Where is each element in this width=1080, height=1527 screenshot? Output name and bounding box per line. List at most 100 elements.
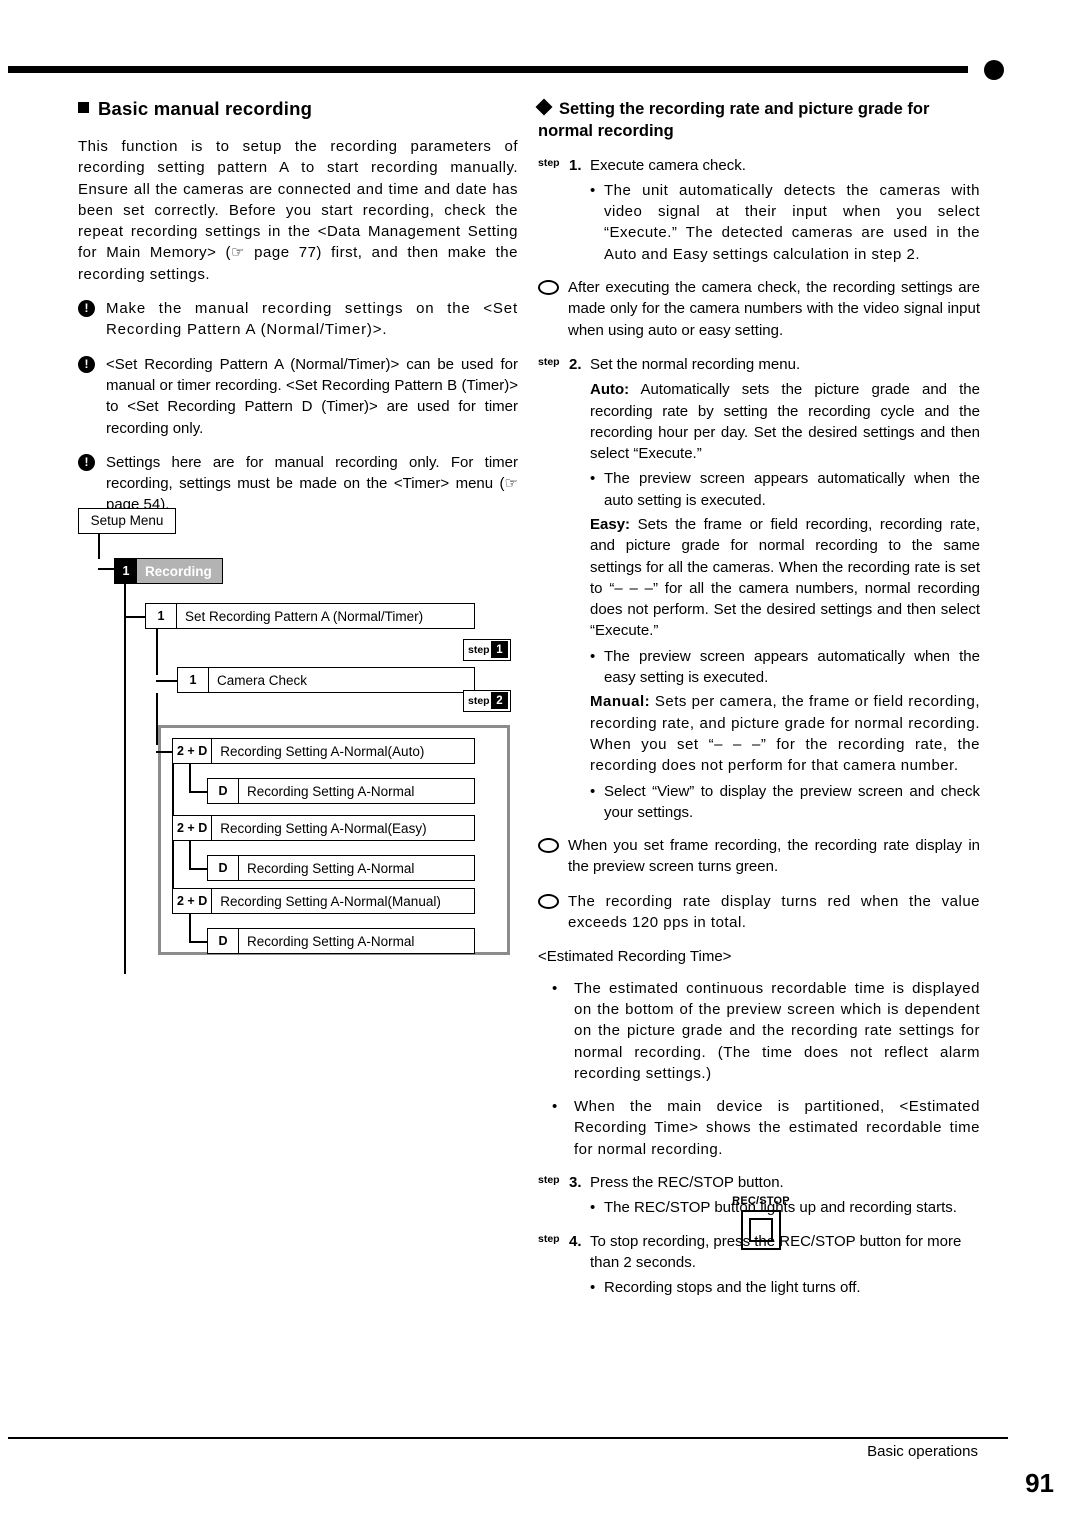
diagram-connector (189, 941, 208, 943)
diagram-connector (156, 680, 178, 682)
diagram-row-auto: 2 + D Recording Setting A-Normal(Auto) (172, 738, 475, 764)
step-sub-bullet: The unit automatically detects the camer… (538, 180, 980, 265)
diagram-row-label: Recording Setting A-Normal (247, 783, 415, 799)
step-number: 2 (491, 692, 508, 709)
diagram-setup-menu-box: Setup Menu (78, 508, 176, 534)
diagram-row-tag: 1 (115, 559, 137, 583)
diagram-spine (124, 582, 126, 974)
diagram-step-tag-2: step 2 (463, 690, 511, 712)
step-number: 1 (491, 641, 508, 658)
note-text: Make the manual recording settings on th… (106, 300, 518, 339)
diagram-row-tag: 2 + D (173, 889, 213, 913)
left-section-title-text: Basic manual recording (98, 98, 313, 119)
auto-label: Auto: (590, 381, 630, 399)
diagram-row-label: Camera Check (217, 672, 308, 688)
manual-label: Manual: (590, 693, 651, 711)
diagram-row-easy: 2 + D Recording Setting A-Normal(Easy) (172, 815, 475, 841)
estimated-item: The estimated continuous recordable time… (538, 978, 980, 1084)
manual-sub-bullet: Select “View” to display the preview scr… (538, 781, 980, 824)
step-number: 4. (569, 1232, 582, 1250)
hint-item: After executing the camera check, the re… (538, 277, 980, 341)
header-dot (984, 60, 1004, 80)
step-sub-bullet: Recording stops and the light turns off. (538, 1277, 980, 1299)
diagram-connector (189, 841, 191, 869)
hint-icon (538, 280, 559, 296)
diagram-row-label: Recording Setting A-Normal (247, 933, 415, 949)
hint-item: The recording rate display turns red whe… (538, 891, 980, 934)
diagram-connector (189, 914, 191, 942)
diagram-row-manual-child: D Recording Setting A-Normal (207, 928, 475, 954)
recstop-button-icon (741, 1210, 781, 1250)
right-section-title-text: Setting the recording rate and picture g… (538, 100, 930, 141)
estimated-recording-time-title: <Estimated Recording Time> (538, 948, 732, 966)
diagram-row-label: Recording Setting A-Normal(Auto) (220, 743, 425, 759)
diagram-row-label: Recording Setting A-Normal(Easy) (220, 820, 427, 836)
diagram-row-auto-child: D Recording Setting A-Normal (207, 778, 475, 804)
diagram-row-tag: D (208, 856, 239, 880)
note-item: ! Make the manual recording settings on … (78, 298, 518, 341)
step-number: 3. (569, 1174, 582, 1191)
left-column: Basic manual recording This function is … (78, 98, 518, 529)
footer-rule (8, 1437, 1008, 1439)
caution-icon: ! (78, 453, 95, 471)
caution-icon: ! (78, 355, 95, 373)
step-word: step (538, 1232, 560, 1245)
diagram-connector (124, 616, 146, 618)
hint-text: After executing the camera check, the re… (568, 279, 980, 339)
diagram-row-manual: 2 + D Recording Setting A-Normal(Manual) (172, 888, 475, 914)
left-section-title: Basic manual recording (78, 98, 518, 120)
diagram-row-label: Recording (145, 563, 212, 579)
step-item-2: step 2. Set the normal recording menu. (538, 354, 980, 375)
note-text: <Set Recording Pattern A (Normal/Timer)>… (106, 355, 518, 437)
step-number: 2. (569, 355, 582, 373)
recstop-button-illustration: REC/STOP (728, 1195, 794, 1250)
auto-sub-bullet: The preview screen appears automatically… (538, 468, 980, 511)
diagram-row-tag: D (208, 779, 239, 803)
easy-sub-bullet: The preview screen appears automatically… (538, 646, 980, 689)
diagram-row-label: Recording Setting A-Normal(Manual) (220, 893, 441, 909)
recstop-caption: REC/STOP (732, 1195, 790, 1207)
diagram-connector (189, 764, 191, 792)
diagram-connector (156, 629, 158, 675)
diagram-row-tag: 2 + D (173, 739, 213, 763)
hint-icon (538, 893, 559, 909)
step-text: Set the normal recording menu. (590, 355, 801, 373)
caution-icon: ! (78, 300, 95, 318)
hint-icon (538, 838, 559, 854)
step-word: step (468, 644, 490, 656)
diagram-connector (189, 868, 208, 870)
step-word: step (538, 1174, 560, 1186)
step-word: step (538, 355, 560, 368)
note-item: ! <Set Recording Pattern A (Normal/Timer… (78, 354, 518, 439)
diagram-connector (156, 751, 173, 753)
step-text: Press the REC/STOP button. (590, 1174, 784, 1191)
estimated-item: When the main device is partitioned, <Es… (538, 1096, 980, 1160)
hint-text: When you set frame recording, the record… (568, 837, 980, 876)
diagram-row-pattern-a: 1 Set Recording Pattern A (Normal/Timer) (145, 603, 475, 629)
easy-text: Sets the frame or field recording, recor… (590, 515, 980, 640)
step-word: step (468, 695, 490, 707)
square-bullet-icon (78, 102, 89, 113)
diagram-row-easy-child: D Recording Setting A-Normal (207, 855, 475, 881)
right-column: Setting the recording rate and picture g… (535, 98, 980, 1301)
easy-description: Easy: Sets the frame or field recording,… (538, 514, 980, 642)
diagram-row-tag: 2 + D (173, 816, 213, 840)
diagram-row-tag: D (208, 929, 239, 953)
diagram-row-tag: 1 (146, 604, 177, 628)
hint-item: When you set frame recording, the record… (538, 835, 980, 878)
right-section-title: Setting the recording rate and picture g… (535, 98, 980, 143)
hint-text: The recording rate display turns red whe… (568, 892, 980, 932)
footer-text: Basic operations (867, 1443, 978, 1460)
diagram-row-camera-check: 1 Camera Check (177, 667, 475, 693)
step-item-1: step 1. Execute camera check. (538, 155, 980, 176)
step-number: 1. (569, 156, 582, 174)
page-root: Basic manual recording This function is … (0, 0, 1080, 1527)
diagram-connector (189, 791, 208, 793)
diamond-bullet-icon (535, 98, 553, 116)
auto-description: Auto: Automatically sets the picture gra… (538, 379, 980, 464)
diagram-step-tag-1: step 1 (463, 639, 511, 661)
auto-text: Automatically sets the picture grade and… (590, 381, 980, 463)
page-number: 91 (1025, 1468, 1054, 1498)
step-text: Execute camera check. (590, 156, 746, 174)
diagram-row-label: Recording Setting A-Normal (247, 860, 415, 876)
